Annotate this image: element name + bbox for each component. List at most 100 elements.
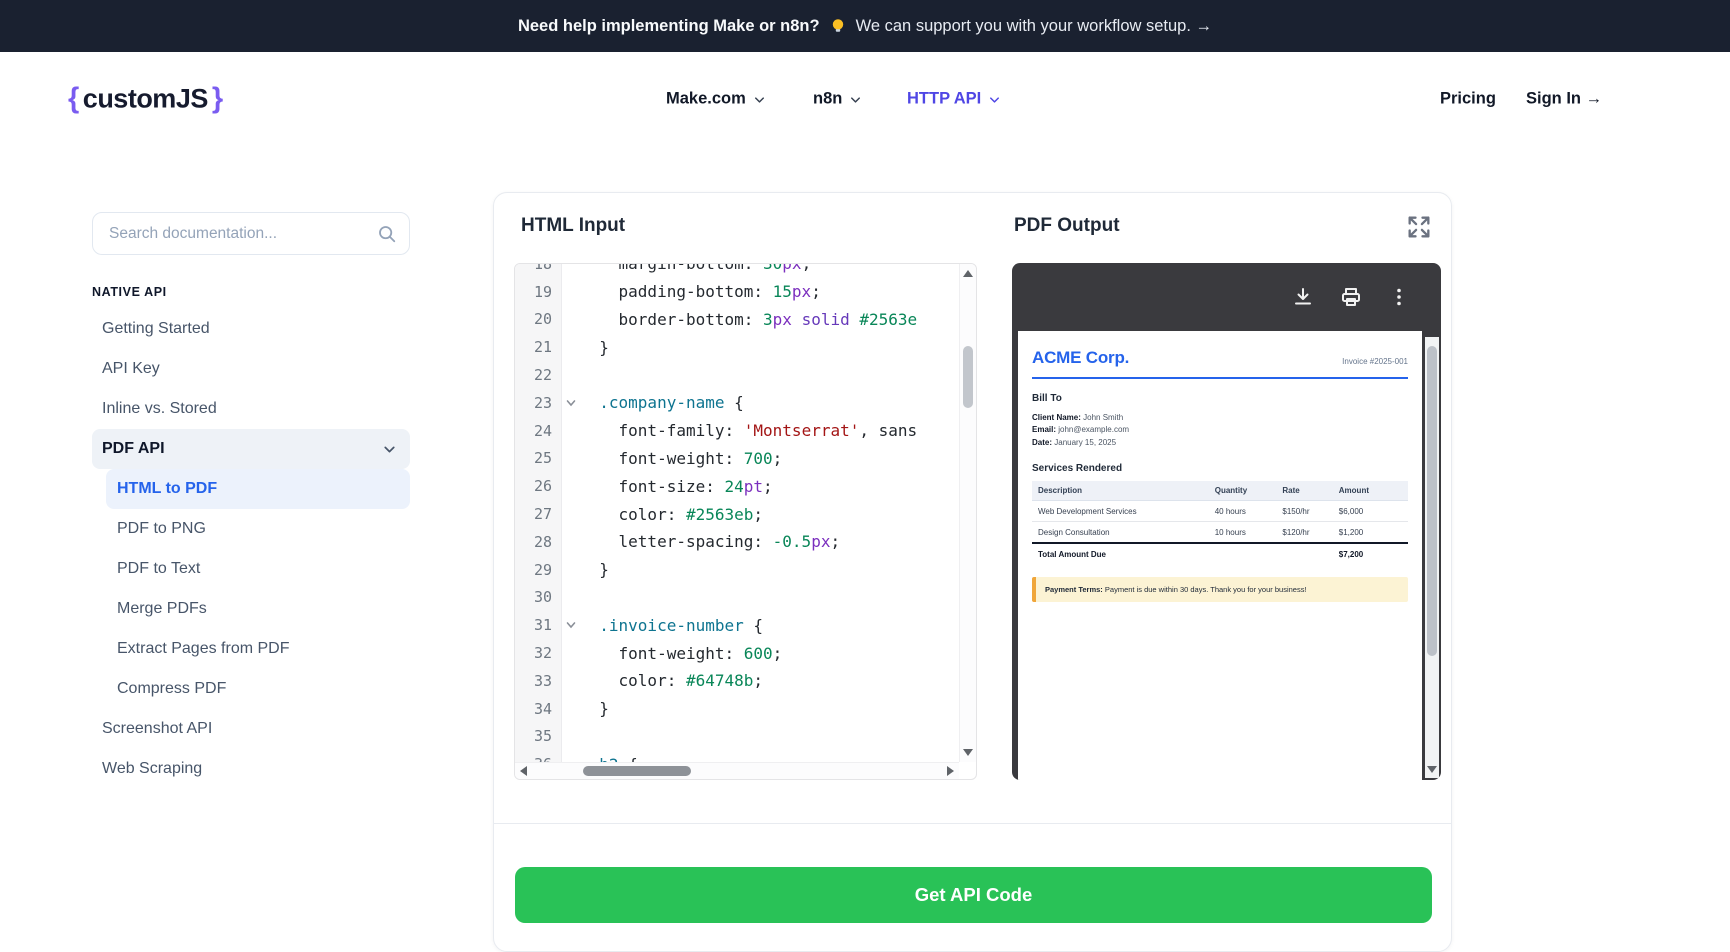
docs-sidebar: NATIVE API Getting StartedAPI KeyInline … [92, 212, 410, 789]
playground-card: HTML Input PDF Output 18 margin-bottom: … [493, 192, 1452, 952]
sidebar-section-label: NATIVE API [92, 285, 410, 299]
line-number: 21 [515, 333, 562, 361]
line-number: 29 [515, 556, 562, 584]
editor-horizontal-scrollbar[interactable] [515, 762, 959, 779]
invoice-field: Email: john@example.com [1032, 424, 1408, 436]
sidebar-item-pdf-api[interactable]: PDF API [92, 429, 410, 469]
pricing-link[interactable]: Pricing [1440, 89, 1496, 108]
code-line-27: 27 color: #2563eb; [515, 500, 959, 528]
code-line-21: 21 } [515, 333, 959, 361]
chevron-down-icon [987, 90, 1002, 107]
sidebar-item-html-to-pdf[interactable]: HTML to PDF [106, 469, 410, 509]
bill-to-heading: Bill To [1032, 393, 1408, 404]
line-number: 35 [515, 723, 562, 751]
invoice-header: ACME Corp. Invoice #2025-001 [1032, 348, 1408, 379]
pdf-page: ACME Corp. Invoice #2025-001 Bill To Cli… [1018, 331, 1422, 780]
brand-logo[interactable]: {customJS} [68, 82, 223, 115]
logo-close-brace: } [212, 82, 223, 114]
bill-to-fields: Client Name: John SmithEmail: john@examp… [1032, 412, 1408, 449]
promo-banner: Need help implementing Make or n8n? We c… [0, 0, 1730, 52]
fold-chevron-icon[interactable] [562, 399, 580, 407]
chevron-down-icon [752, 90, 767, 107]
expand-icon[interactable] [1405, 213, 1433, 241]
sidebar-item-web-scraping[interactable]: Web Scraping [92, 749, 410, 789]
code-line-36: 36 h2 { [515, 750, 959, 762]
pdf-scrollbar[interactable] [1425, 337, 1439, 778]
download-icon[interactable] [1291, 285, 1315, 309]
sidebar-item-inline-vs-stored[interactable]: Inline vs. Stored [92, 389, 410, 429]
sign-in-link[interactable]: Sign In → [1526, 89, 1602, 108]
nav-item-n8n[interactable]: n8n [813, 89, 863, 108]
more-vertical-icon[interactable] [1387, 285, 1411, 309]
arrow-right-icon: → [1586, 89, 1603, 107]
line-number: 33 [515, 667, 562, 695]
table-row: Web Development Services40 hours$150/hr$… [1032, 501, 1408, 522]
horizontal-scroll-thumb[interactable] [583, 766, 691, 776]
print-icon[interactable] [1339, 285, 1363, 309]
code-line-32: 32 font-weight: 600; [515, 639, 959, 667]
line-number: 23 [515, 389, 562, 417]
line-number: 25 [515, 445, 562, 473]
chevron-down-icon [848, 90, 863, 107]
line-number: 19 [515, 278, 562, 306]
logo-text: customJS [83, 83, 208, 113]
code-line-29: 29 } [515, 556, 959, 584]
code-line-22: 22 [515, 361, 959, 389]
code-line-25: 25 font-weight: 700; [515, 445, 959, 473]
html-input-title: HTML Input [521, 215, 625, 237]
code-scroll-area[interactable]: 18 margin-bottom: 30px;19 padding-bottom… [515, 264, 959, 762]
search-input[interactable] [92, 212, 410, 255]
line-number: 28 [515, 528, 562, 556]
invoice-field: Client Name: John Smith [1032, 412, 1408, 424]
scroll-left-arrow[interactable] [520, 766, 527, 776]
chevron-down-icon [381, 441, 398, 458]
invoice-field: Date: January 15, 2025 [1032, 437, 1408, 449]
sidebar-items: Getting StartedAPI KeyInline vs. StoredP… [92, 309, 410, 789]
search-box [92, 212, 410, 255]
invoice-number: Invoice #2025-001 [1342, 357, 1408, 368]
vertical-scroll-thumb[interactable] [963, 346, 973, 408]
line-number: 32 [515, 639, 562, 667]
logo-open-brace: { [68, 82, 79, 114]
table-header-description: Description [1032, 481, 1209, 501]
line-number: 27 [515, 500, 562, 528]
sidebar-item-screenshot-api[interactable]: Screenshot API [92, 709, 410, 749]
sidebar-item-api-key[interactable]: API Key [92, 349, 410, 389]
code-line-30: 30 [515, 584, 959, 612]
nav-item-make-com[interactable]: Make.com [666, 89, 767, 108]
pdf-preview-viewer: ACME Corp. Invoice #2025-001 Bill To Cli… [1012, 263, 1441, 780]
code-line-34: 34 } [515, 695, 959, 723]
table-total-row: Total Amount Due$7,200 [1032, 543, 1408, 564]
pdf-scroll-down-arrow[interactable] [1427, 766, 1437, 773]
code-line-20: 20 border-bottom: 3px solid #2563e [515, 306, 959, 334]
code-line-28: 28 letter-spacing: -0.5px; [515, 528, 959, 556]
get-api-code-button[interactable]: Get API Code [515, 867, 1432, 923]
scroll-right-arrow[interactable] [947, 766, 954, 776]
sidebar-item-extract-pages-from-pdf[interactable]: Extract Pages from PDF [106, 629, 410, 669]
sidebar-item-pdf-to-png[interactable]: PDF to PNG [106, 509, 410, 549]
pdf-scroll-thumb[interactable] [1427, 346, 1437, 656]
sidebar-item-merge-pdfs[interactable]: Merge PDFs [106, 589, 410, 629]
card-divider [494, 823, 1451, 824]
scroll-up-arrow[interactable] [963, 270, 973, 277]
nav-item-http-api[interactable]: HTTP API [907, 89, 1002, 108]
fold-chevron-icon[interactable] [562, 621, 580, 629]
site-header: {customJS} Make.com n8n HTTP API Pricing S… [0, 52, 1730, 145]
code-line-24: 24 font-family: 'Montserrat', sans [515, 417, 959, 445]
sidebar-item-getting-started[interactable]: Getting Started [92, 309, 410, 349]
lightbulb-icon [829, 17, 847, 35]
code-editor[interactable]: 18 margin-bottom: 30px;19 padding-bottom… [514, 263, 977, 780]
scroll-down-arrow[interactable] [963, 749, 973, 756]
editor-vertical-scrollbar[interactable] [959, 264, 976, 762]
code-line-18: 18 margin-bottom: 30px; [515, 264, 959, 278]
line-number: 30 [515, 584, 562, 612]
table-row: Design Consultation10 hours$120/hr$1,200 [1032, 522, 1408, 544]
sidebar-item-compress-pdf[interactable]: Compress PDF [106, 669, 410, 709]
payment-terms-note: Payment Terms: Payment is due within 30 … [1032, 577, 1408, 602]
search-icon [377, 224, 397, 244]
line-number: 26 [515, 472, 562, 500]
sidebar-item-pdf-to-text[interactable]: PDF to Text [106, 549, 410, 589]
table-header-quantity: Quantity [1209, 481, 1277, 501]
services-heading: Services Rendered [1032, 463, 1408, 474]
code-line-26: 26 font-size: 24pt; [515, 472, 959, 500]
